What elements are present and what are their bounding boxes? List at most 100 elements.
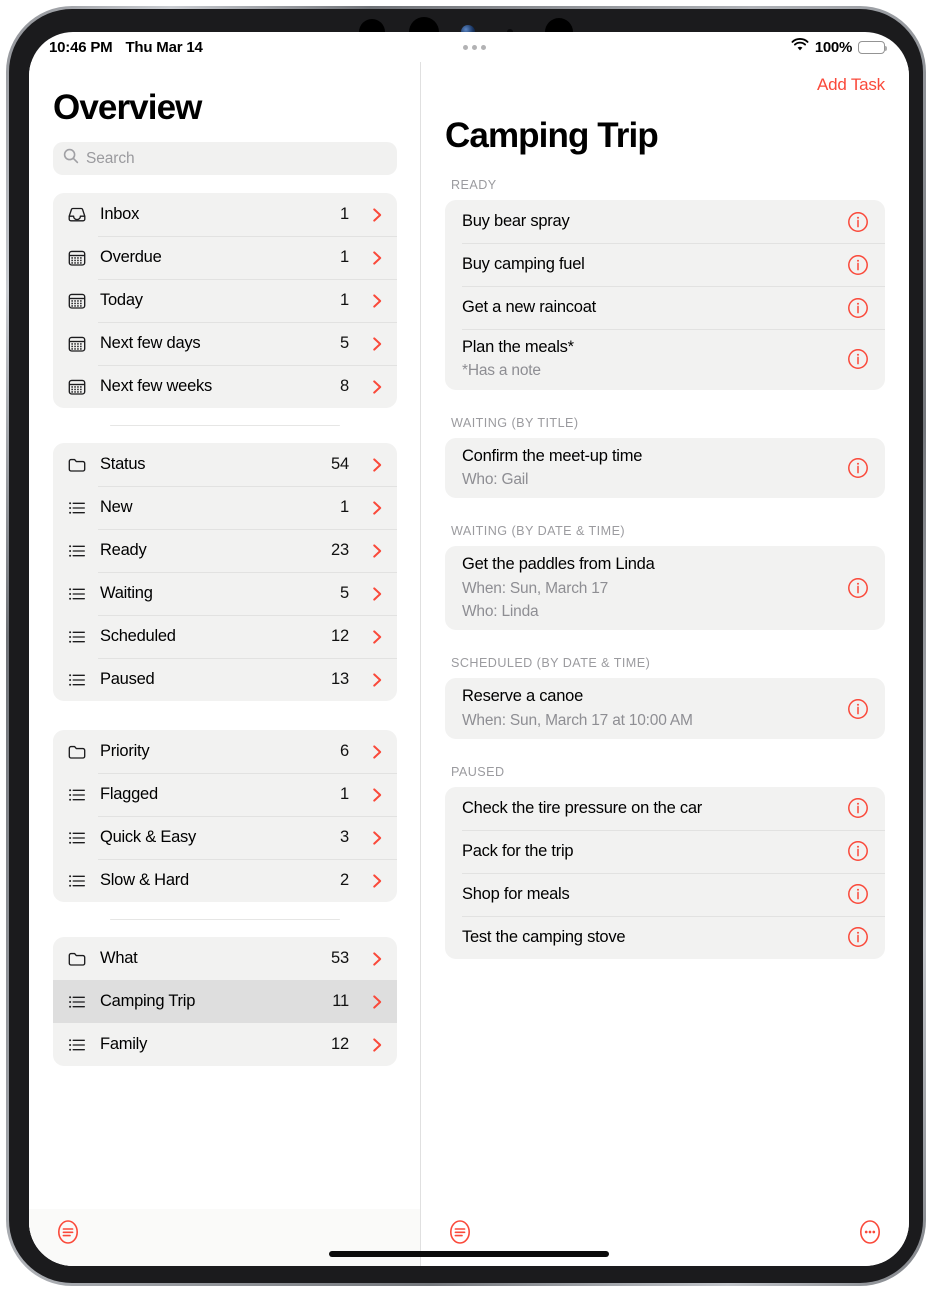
task-row[interactable]: Buy camping fuel xyxy=(445,243,885,286)
task-section: WAITING (BY TITLE) Confirm the meet-up ti… xyxy=(445,416,885,499)
sidebar-item-count: 13 xyxy=(331,670,349,688)
add-task-button[interactable]: Add Task xyxy=(817,75,885,95)
info-circle-icon[interactable] xyxy=(847,926,869,948)
task-row[interactable]: Get the paddles from Linda When: Sun, Mar… xyxy=(445,546,885,630)
list-icon xyxy=(67,670,87,690)
sidebar-item-what[interactable]: What 53 xyxy=(53,937,397,980)
sidebar-item-flagged[interactable]: Flagged 1 xyxy=(53,773,397,816)
sidebar-item-paused[interactable]: Paused 13 xyxy=(53,658,397,701)
task-row[interactable]: Get a new raincoat xyxy=(445,286,885,329)
task-section-header: SCHEDULED (BY DATE & TIME) xyxy=(451,656,651,671)
sidebar-item-label: Status xyxy=(100,455,146,473)
sidebar-item-priority[interactable]: Priority 6 xyxy=(53,730,397,773)
search-icon xyxy=(63,148,79,169)
sidebar-item-label: Priority xyxy=(100,742,150,760)
screen: 10:46 PM Thu Mar 14 100% Overview Search… xyxy=(29,32,909,1266)
sidebar-item-waiting[interactable]: Waiting 5 xyxy=(53,572,397,615)
sidebar: Overview Search Inbox 1 Overdue 1 Today 1 N xyxy=(29,62,421,1209)
sidebar-item-count: 1 xyxy=(340,205,349,223)
detail-pane: Add Task Camping Trip READY Buy bear spra… xyxy=(421,62,909,1209)
sidebar-list[interactable]: Inbox 1 Overdue 1 Today 1 Next few days 5 Next f… xyxy=(29,193,421,1209)
task-row[interactable]: Buy bear spray xyxy=(445,200,885,243)
sidebar-item-overdue[interactable]: Overdue 1 xyxy=(53,236,397,279)
sidebar-item-camping-trip[interactable]: Camping Trip 11 xyxy=(53,980,397,1023)
sidebar-item-label: Quick & Easy xyxy=(100,828,197,846)
task-texts: Confirm the meet-up time Who: Gail xyxy=(462,445,837,492)
task-section: PAUSED Check the tire pressure on the car… xyxy=(445,765,885,959)
info-circle-icon[interactable] xyxy=(847,348,869,370)
task-list[interactable]: READY Buy bear spray Buy camping fuel Get a… xyxy=(421,178,909,1209)
task-texts: Check the tire pressure on the car xyxy=(462,797,837,820)
task-card: Reserve a canoe When: Sun, March 17 at 10… xyxy=(445,678,885,739)
page-title: Overview xyxy=(53,88,202,127)
task-texts: Shop for meals xyxy=(462,883,837,906)
task-row[interactable]: Pack for the trip xyxy=(445,829,885,873)
sidebar-item-quick-easy[interactable]: Quick & Easy 3 xyxy=(53,816,397,859)
sidebar-item-count: 8 xyxy=(340,377,349,395)
search-input[interactable]: Search xyxy=(53,142,397,175)
sidebar-item-scheduled[interactable]: Scheduled 12 xyxy=(53,615,397,658)
sidebar-item-ready[interactable]: Ready 23 xyxy=(53,529,397,572)
sidebar-item-label: Slow & Hard xyxy=(100,871,189,889)
sidebar-item-family[interactable]: Family 12 xyxy=(53,1023,397,1066)
info-circle-icon[interactable] xyxy=(847,254,869,276)
list-icon xyxy=(67,992,87,1012)
info-circle-icon[interactable] xyxy=(847,297,869,319)
task-section-header: PAUSED xyxy=(451,764,505,779)
sidebar-item-label: Next few days xyxy=(100,334,201,352)
sidebar-item-count: 5 xyxy=(340,334,349,352)
task-row[interactable]: Check the tire pressure on the car xyxy=(445,787,885,830)
task-texts: Get a new raincoat xyxy=(462,296,837,319)
task-row[interactable]: Confirm the meet-up time Who: Gail xyxy=(445,438,885,499)
task-title: Confirm the meet-up time xyxy=(462,446,643,465)
task-row[interactable]: Shop for meals xyxy=(445,872,885,916)
sidebar-item-next-few-days[interactable]: Next few days 5 xyxy=(53,322,397,365)
list-icon xyxy=(67,828,87,848)
search-placeholder: Search xyxy=(86,149,135,167)
battery-full-icon xyxy=(858,40,888,54)
info-circle-icon[interactable] xyxy=(847,797,869,819)
info-circle-icon[interactable] xyxy=(847,840,869,862)
info-circle-icon[interactable] xyxy=(847,698,869,720)
folder-icon xyxy=(67,949,87,969)
chevron-right-icon xyxy=(371,629,384,645)
multitasking-control[interactable] xyxy=(463,32,486,62)
sidebar-item-count: 11 xyxy=(332,992,349,1010)
task-row[interactable]: Plan the meals* *Has a note xyxy=(445,329,885,390)
task-title: Reserve a canoe xyxy=(462,687,583,706)
list-menu-circle-icon[interactable] xyxy=(55,1219,81,1245)
list-menu-circle-icon[interactable] xyxy=(447,1219,473,1245)
calendar-icon xyxy=(67,291,87,311)
task-section-header: WAITING (BY TITLE) xyxy=(451,415,579,430)
status-bar: 10:46 PM Thu Mar 14 100% xyxy=(29,32,909,62)
sidebar-group: What 53 Camping Trip 11 Family 12 xyxy=(53,937,397,1066)
more-horizontal-icon[interactable] xyxy=(463,44,486,50)
task-row[interactable]: Test the camping stove xyxy=(445,915,885,959)
sidebar-item-count: 6 xyxy=(340,742,349,760)
sidebar-item-count: 1 xyxy=(340,498,349,516)
sidebar-item-inbox[interactable]: Inbox 1 xyxy=(53,193,397,236)
info-circle-icon[interactable] xyxy=(847,883,869,905)
task-subtitle: Who: Gail xyxy=(462,471,529,489)
info-circle-icon[interactable] xyxy=(847,211,869,233)
task-row[interactable]: Reserve a canoe When: Sun, March 17 at 10… xyxy=(445,678,885,739)
sidebar-item-next-few-weeks[interactable]: Next few weeks 8 xyxy=(53,365,397,408)
sidebar-item-count: 12 xyxy=(331,627,349,645)
sidebar-item-status[interactable]: Status 54 xyxy=(53,443,397,486)
task-section: WAITING (BY DATE & TIME) Get the paddles … xyxy=(445,524,885,631)
device-frame: 10:46 PM Thu Mar 14 100% Overview Search… xyxy=(6,6,926,1286)
more-circle-icon[interactable] xyxy=(857,1219,883,1245)
info-circle-icon[interactable] xyxy=(847,577,869,599)
sidebar-item-new[interactable]: New 1 xyxy=(53,486,397,529)
home-indicator[interactable] xyxy=(329,1251,609,1257)
chevron-right-icon xyxy=(371,787,384,803)
sidebar-item-today[interactable]: Today 1 xyxy=(53,279,397,322)
inbox-tray-icon xyxy=(67,205,87,225)
task-card: Get the paddles from Linda When: Sun, Mar… xyxy=(445,546,885,631)
task-section-header: READY xyxy=(451,178,497,192)
task-title: Plan the meals* xyxy=(462,338,574,356)
sidebar-item-label: New xyxy=(100,498,133,516)
sidebar-item-slow-hard[interactable]: Slow & Hard 2 xyxy=(53,859,397,902)
info-circle-icon[interactable] xyxy=(847,457,869,479)
list-icon xyxy=(67,584,87,604)
